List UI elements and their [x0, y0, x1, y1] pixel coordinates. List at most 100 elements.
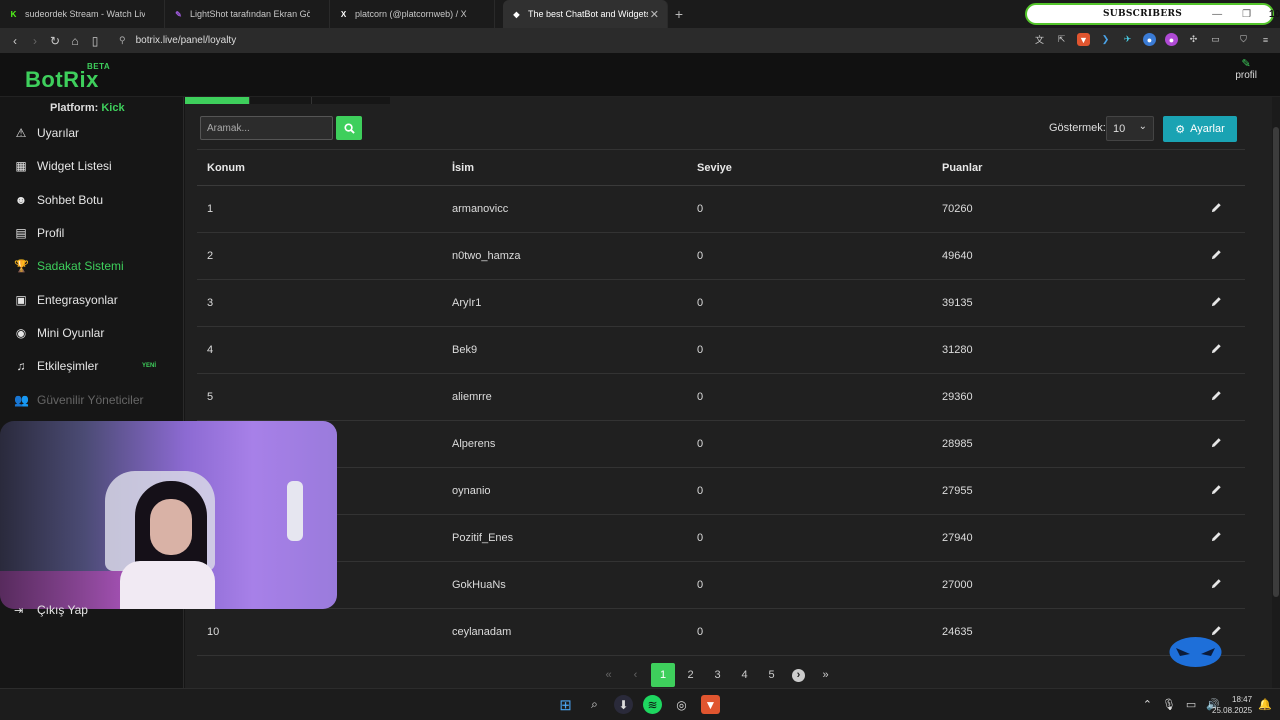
edit-button[interactable] [1177, 467, 1245, 515]
edit-button[interactable] [1177, 373, 1245, 421]
tab-active[interactable] [185, 97, 249, 104]
browser-tab[interactable]: ✎ LightShot tarafından Ekran Görüntüs [165, 0, 330, 28]
menu-icon[interactable]: ≡ [1259, 33, 1272, 46]
sidebar-item-1[interactable]: ▦ Widget Listesi [14, 159, 111, 173]
extensions-icon[interactable]: ✣ [1187, 33, 1200, 46]
tab-3[interactable] [311, 97, 390, 104]
show-count-select[interactable]: 10 ⌄ [1106, 116, 1154, 141]
obs-icon[interactable]: ◎ [672, 695, 691, 714]
sidebar-item-label: Profil [37, 226, 65, 240]
brave-icon[interactable]: ▼ [701, 695, 720, 714]
cell-puanlar: 27000 [932, 561, 1177, 609]
extension-4-icon[interactable]: ● [1165, 33, 1178, 46]
back-icon[interactable]: ‹ [5, 34, 25, 48]
cell-puanlar: 27955 [932, 467, 1177, 515]
translate-icon[interactable]: 文 [1033, 33, 1046, 46]
new-tab-button[interactable]: + [668, 6, 690, 22]
os-taskbar: ⊞ ⌕ ⬇ ≋ ◎ ▼ ⌃ 🎙 ▭ 🔊 18:47 25.08.2025 🔔 [0, 688, 1280, 720]
notification-bell-icon[interactable]: 🔔 [1258, 698, 1272, 711]
tab-favicon-icon: X [340, 9, 347, 19]
page-button[interactable]: 1 [651, 663, 675, 687]
tab-2[interactable] [249, 97, 311, 104]
search-taskbar-icon[interactable]: ⌕ [585, 695, 604, 714]
mic-icon[interactable]: 🎙 [1162, 698, 1176, 711]
home-icon[interactable]: ⌂ [65, 34, 85, 48]
site-info-icon[interactable]: ⚲ [119, 35, 126, 46]
sidebar-item-0[interactable]: ⚠ Uyarılar [14, 126, 79, 140]
tab-list: Ksudeordek Stream - Watch Live on K ✎ Ligh… [0, 0, 668, 28]
brave-shield-icon[interactable]: ▼ [1077, 33, 1090, 46]
extension-2-icon[interactable]: ✈ [1121, 33, 1134, 46]
sidebar-item-3[interactable]: ▤ Profil [14, 226, 64, 240]
sidebar-item-4[interactable]: 🏆 Sadakat Sistemi [14, 259, 124, 273]
last-page-button[interactable]: » [812, 669, 839, 681]
next-page-button[interactable]: › [785, 668, 812, 682]
pencil-icon [1211, 297, 1221, 307]
cell-isim: ceylanadam [442, 608, 687, 656]
edit-button[interactable] [1177, 185, 1245, 233]
profile-button[interactable]: ✎ profil [1235, 59, 1257, 82]
page-list: 12345 [649, 663, 785, 687]
logout-button[interactable]: ⇥ Çıkış Yap [14, 603, 88, 617]
edit-button[interactable] [1177, 279, 1245, 327]
search-button[interactable] [336, 116, 362, 140]
beta-badge: BETA [87, 62, 111, 71]
table-row: 5 aliemrre 0 29360 [197, 373, 1245, 421]
extension-icons: 文 ⇱ ▼ ❯ ✈ ● ● ✣ ▭ ⛉ ≡ [1033, 33, 1272, 46]
cell-konum: 1 [197, 185, 442, 233]
extension-1-icon[interactable]: ❯ [1099, 33, 1112, 46]
system-tray: ⌃ 🎙 ▭ 🔊 [1143, 698, 1220, 711]
tab-favicon-icon: K [10, 9, 17, 19]
sidebar-item-8[interactable]: 👥 Güvenilir Yöneticiler [14, 393, 144, 407]
bookmark-icon[interactable]: ▯ [85, 34, 105, 48]
close-tab-icon[interactable]: ✕ [650, 8, 659, 21]
settings-button[interactable]: ⚙ Ayarlar [1163, 116, 1237, 142]
page-button[interactable]: 2 [677, 669, 704, 681]
app-header: BotRix BETA ✎ profil [0, 53, 1280, 97]
show-count-value: 10 [1113, 122, 1126, 135]
chevron-up-icon[interactable]: ⌃ [1143, 698, 1152, 711]
reload-icon[interactable]: ↻ [45, 34, 65, 48]
minimize-icon[interactable]: — [1212, 9, 1222, 20]
prev-page-button[interactable]: ‹ [622, 669, 649, 681]
search-input[interactable] [200, 116, 333, 140]
edit-button[interactable] [1177, 561, 1245, 609]
page-button[interactable]: 3 [704, 669, 731, 681]
share-icon[interactable]: ⇱ [1055, 33, 1068, 46]
header-isim[interactable]: İsim [442, 149, 687, 186]
cell-isim: aliemrre [442, 373, 687, 421]
browser-tab[interactable]: Ksudeordek Stream - Watch Live on K [0, 0, 165, 28]
botrix-logo[interactable]: BotRix BETA [25, 62, 110, 93]
sidebar-item-2[interactable]: ☻ Sohbet Botu [14, 193, 103, 207]
page-button[interactable]: 4 [731, 669, 758, 681]
sidebar-item-6[interactable]: ◉ Mini Oyunlar [14, 326, 105, 340]
edit-button[interactable] [1177, 420, 1245, 468]
edit-button[interactable] [1177, 326, 1245, 374]
sidebar-item-7[interactable]: ♫ Etkileşimler [14, 359, 99, 373]
restore-icon[interactable]: ❐ [1242, 9, 1251, 20]
first-page-button[interactable]: « [595, 669, 622, 681]
sidebar-item-5[interactable]: ▣ Entegrasyonlar [14, 293, 117, 307]
page-scrollbar[interactable] [1272, 97, 1280, 688]
spotify-icon[interactable]: ≋ [643, 695, 662, 714]
app-1-icon[interactable]: ⬇ [614, 695, 633, 714]
clock[interactable]: 18:47 25.08.2025 [1212, 694, 1252, 716]
vpn-shield-icon[interactable]: ⛉ [1237, 33, 1250, 46]
sidebar-icon[interactable]: ▭ [1209, 33, 1222, 46]
header-seviye[interactable]: Seviye [687, 149, 932, 186]
cell-konum: 2 [197, 232, 442, 280]
scrollbar-thumb[interactable] [1273, 127, 1279, 597]
page-button[interactable]: 5 [758, 669, 785, 681]
edit-button[interactable] [1177, 232, 1245, 280]
browser-tab[interactable]: Xplatcorn (@platcornweb) / X [330, 0, 495, 28]
forward-icon[interactable]: › [25, 34, 45, 48]
header-konum[interactable]: Konum [197, 149, 442, 186]
network-icon[interactable]: ▭ [1186, 698, 1196, 711]
url-field[interactable]: ⚲ botrix.live/panel/loyalty [119, 35, 236, 46]
browser-tab[interactable]: ◆ The best ChatBot and Widgets f ✕ [503, 0, 668, 28]
header-puanlar[interactable]: Puanlar [932, 149, 1177, 186]
edit-button[interactable] [1177, 514, 1245, 562]
tab-label: The best ChatBot and Widgets f [528, 9, 648, 19]
extension-3-icon[interactable]: ● [1143, 33, 1156, 46]
windows-start-icon[interactable]: ⊞ [556, 695, 575, 714]
